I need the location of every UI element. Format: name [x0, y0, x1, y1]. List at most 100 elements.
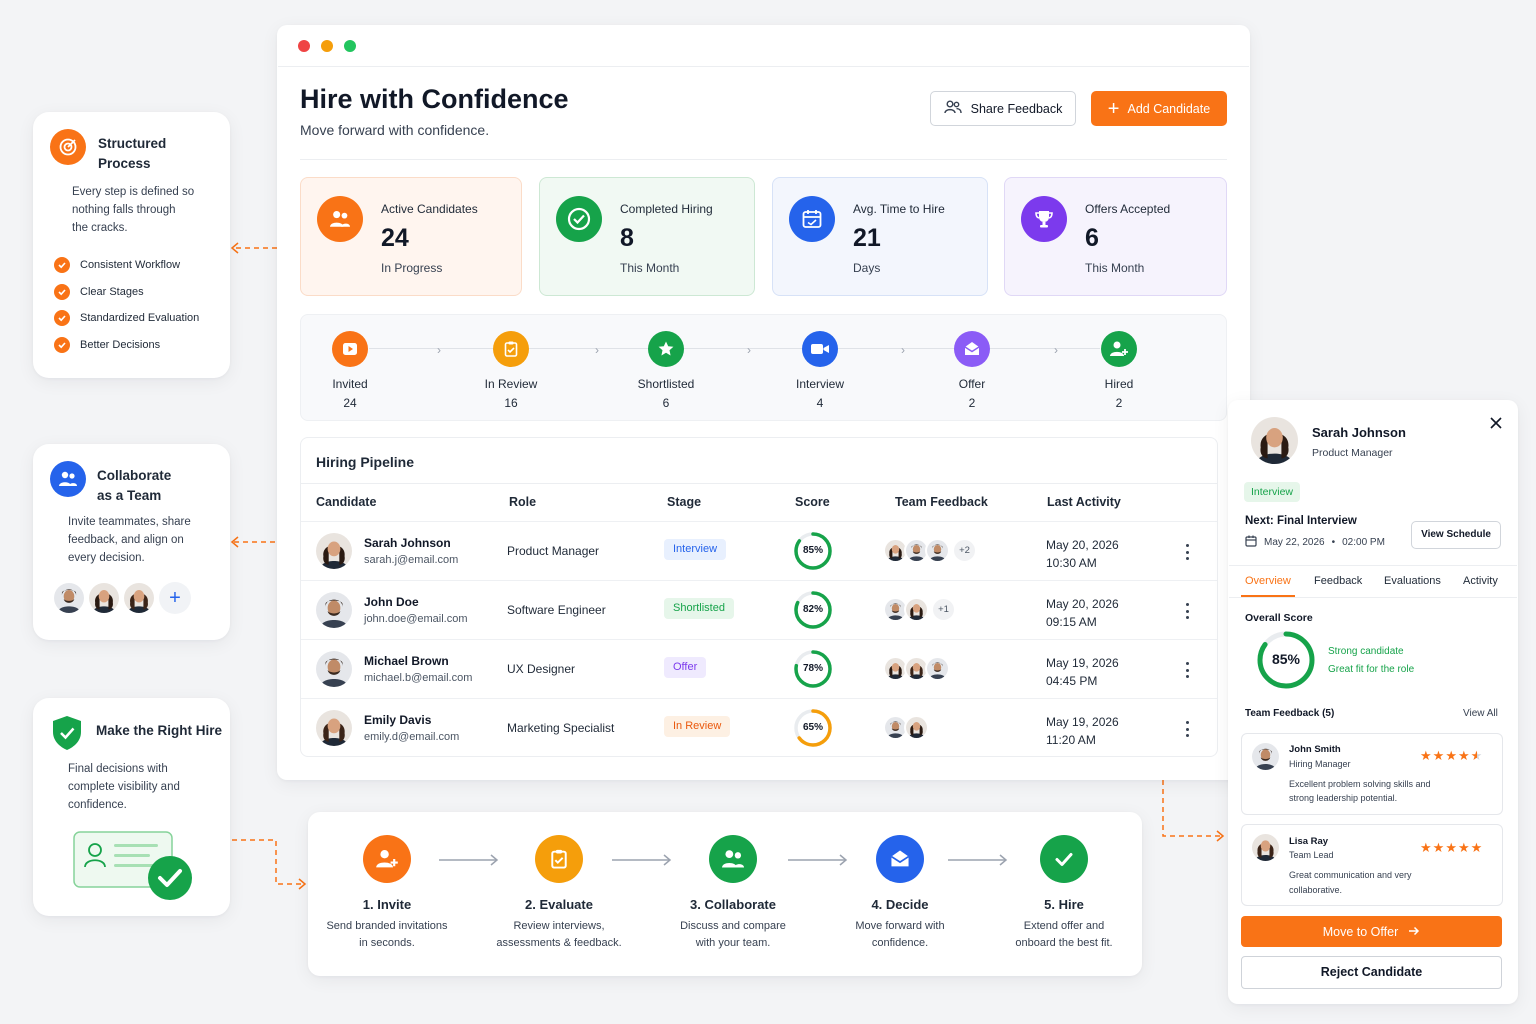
move-to-offer-button[interactable]: Move to Offer [1241, 916, 1502, 947]
column-header[interactable]: Candidate [316, 495, 376, 509]
minimize-dot[interactable] [321, 40, 333, 52]
view-all-link[interactable]: View All [1463, 708, 1498, 719]
avatar [316, 651, 352, 687]
candidate-name[interactable]: John Doe [364, 595, 468, 609]
column-header[interactable]: Last Activity [1047, 495, 1121, 509]
candidate-name[interactable]: Emily Davis [364, 713, 459, 727]
add-candidate-button[interactable]: + Add Candidate [1091, 91, 1227, 126]
avatar [925, 538, 950, 563]
collaborate-card: Collaborate as a Team Invite teammates, … [33, 444, 230, 640]
reviewer-name: John Smith [1289, 744, 1341, 755]
column-header[interactable]: Stage [667, 495, 701, 509]
star-icon: ★ [1445, 748, 1458, 763]
tab-activity[interactable]: Activity [1463, 575, 1498, 587]
stage-invited[interactable]: Invited 24 [310, 331, 390, 410]
flow-step-title: 4. Decide [871, 897, 929, 912]
column-header[interactable]: Team Feedback [895, 495, 988, 509]
score-value: 82% [802, 604, 823, 615]
stage-count: 16 [504, 396, 518, 410]
column-header[interactable]: Role [509, 495, 536, 509]
stage-in-review[interactable]: In Review 16 [471, 331, 551, 410]
users-icon [317, 196, 363, 242]
card-title: Process [98, 156, 151, 171]
overall-score-label: Overall Score [1245, 612, 1313, 624]
star-icon: ★ [1420, 840, 1433, 855]
candidate-role: Marketing Specialist [507, 721, 615, 735]
card-title: Make the Right Hire [96, 723, 223, 738]
stage-offer[interactable]: Offer 2 [932, 331, 1012, 410]
more-options-icon[interactable] [1181, 542, 1193, 562]
card-desc: every decision. [68, 552, 145, 564]
user-add-icon [363, 835, 411, 883]
candidate-name[interactable]: Sarah Johnson [364, 536, 458, 550]
avatar [925, 656, 950, 681]
table-row[interactable]: Emily Davis emily.d@email.com Marketing Sp… [301, 698, 1217, 757]
clipboard-icon [535, 835, 583, 883]
card-desc: confidence. [68, 799, 127, 811]
view-schedule-button[interactable]: View Schedule [1411, 521, 1501, 549]
candidate-email: michael.b@email.com [364, 672, 473, 684]
stat-label: Active Candidates [381, 202, 478, 216]
score-value: 78% [802, 663, 823, 674]
column-header[interactable]: Score [795, 495, 830, 509]
team-feedback-title: Team Feedback (5) [1245, 708, 1335, 719]
maximize-dot[interactable] [344, 40, 356, 52]
stage-interview[interactable]: Interview 4 [780, 331, 860, 410]
checklist-item: Standardized Evaluation [54, 305, 199, 332]
trophy-icon [1021, 196, 1067, 242]
activity-time: 11:20 AM [1046, 733, 1096, 747]
card-desc: Final decisions with [68, 763, 168, 775]
right-hire-card: Make the Right Hire Final decisions with… [33, 698, 230, 916]
stat-sub: This Month [1085, 261, 1145, 275]
share-feedback-button[interactable]: Share Feedback [930, 91, 1076, 126]
card-desc: the cracks. [72, 222, 128, 234]
flow-step-title: 2. Evaluate [525, 897, 593, 912]
table-row[interactable]: John Doe john.doe@email.com Software Engin… [301, 580, 1217, 639]
stage-name: Interview [795, 377, 845, 391]
reviewer-role: Hiring Manager [1289, 759, 1351, 769]
card-desc: Every step is defined so [72, 186, 195, 198]
tab-overview[interactable]: Overview [1245, 575, 1291, 587]
candidate-role: Product Manager [507, 544, 600, 558]
candidate-name[interactable]: Michael Brown [364, 654, 472, 668]
stat-label: Completed Hiring [620, 202, 713, 216]
close-dot[interactable] [298, 40, 310, 52]
score-note: Great fit for the role [1328, 664, 1415, 675]
card-title: as a Team [97, 488, 162, 503]
stage-count: 2 [1115, 396, 1123, 410]
feedback-text: Great communication and very [1289, 870, 1412, 880]
envelope-icon [954, 331, 990, 367]
table-title: Hiring Pipeline [316, 454, 415, 470]
add-member-button[interactable]: + [159, 582, 191, 614]
reject-candidate-button[interactable]: Reject Candidate [1241, 956, 1502, 989]
window-controls [298, 40, 356, 52]
card-title: Collaborate [97, 468, 172, 483]
play-icon [332, 331, 368, 367]
user-add-icon [1101, 331, 1137, 367]
close-icon[interactable] [1488, 415, 1504, 431]
score-value: 65% [802, 722, 823, 733]
candidate-role: Software Engineer [507, 603, 606, 617]
tab-feedback[interactable]: Feedback [1314, 575, 1362, 587]
candidate-name: Sarah Johnson [1312, 425, 1406, 440]
hire-illustration [72, 830, 194, 902]
feedback-card: John Smith Hiring Manager ★★★★★ Excellen… [1241, 733, 1503, 815]
overall-score-value: 85% [1271, 651, 1301, 667]
schedule-date: May 22, 2026 [1264, 537, 1325, 548]
flow-step-desc: Discuss and compare [680, 920, 786, 932]
stage-shortlisted[interactable]: Shortlisted 6 [626, 331, 706, 410]
table-row[interactable]: Michael Brown michael.b@email.com UX Desig… [301, 639, 1217, 698]
feedback-text: strong leadership potential. [1289, 793, 1398, 803]
more-options-icon[interactable] [1181, 660, 1193, 680]
stage-hired[interactable]: Hired 2 [1079, 331, 1159, 410]
tab-evaluations[interactable]: Evaluations [1384, 575, 1441, 587]
activity-date: May 19, 2026 [1046, 715, 1119, 729]
table-row[interactable]: Sarah Johnson sarah.j@email.com Product Ma… [301, 521, 1217, 580]
more-options-icon[interactable] [1181, 601, 1193, 621]
avatar [1252, 743, 1279, 770]
activity-date: May 19, 2026 [1046, 656, 1119, 670]
stage-name: Offer [958, 377, 986, 391]
more-options-icon[interactable] [1181, 719, 1193, 739]
stat-value: 6 [1085, 224, 1099, 252]
activity-time: 10:30 AM [1046, 556, 1097, 570]
